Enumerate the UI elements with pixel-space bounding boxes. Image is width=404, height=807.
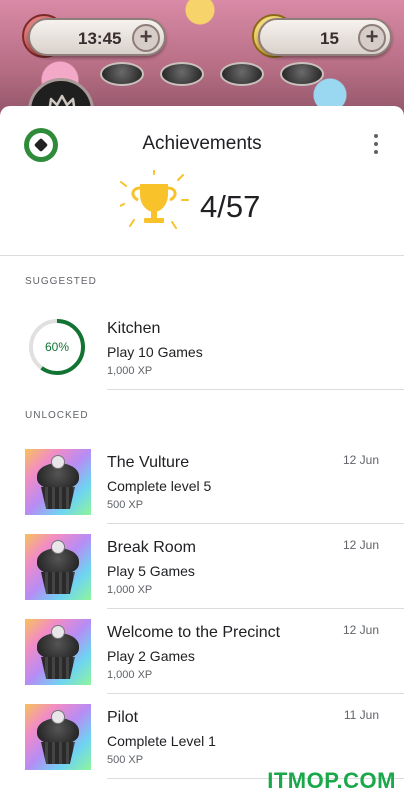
unlocked-item-title[interactable]: Pilot	[107, 709, 138, 727]
unlocked-item-description: Play 2 Games	[107, 648, 195, 664]
cupcake-icon	[25, 534, 91, 600]
more-vert-icon[interactable]	[372, 134, 380, 156]
game-pad	[160, 62, 204, 86]
unlocked-item-xp: 1,000 XP	[107, 584, 153, 596]
unlocked-item-date: 12 Jun	[342, 623, 379, 637]
cupcake-icon	[25, 619, 91, 685]
suggested-item-title[interactable]: Kitchen	[107, 320, 160, 338]
unlocked-item-description: Complete Level 1	[107, 733, 216, 749]
unlocked-item-title[interactable]: Welcome to the Precinct	[107, 624, 280, 642]
unlocked-item-title[interactable]: The Vulture	[107, 454, 189, 472]
game-pad	[280, 62, 324, 86]
coins-pill: 15 +	[258, 18, 392, 56]
suggested-item-xp: 1,000 XP	[107, 365, 153, 377]
cupcake-icon	[25, 704, 91, 770]
unlocked-item-description: Complete level 5	[107, 478, 212, 494]
game-pad	[100, 62, 144, 86]
lives-timer-pill: 13:45 +	[28, 18, 166, 56]
unlocked-item-xp: 500 XP	[107, 499, 144, 511]
trophy-icon	[120, 170, 189, 229]
unlocked-item-xp: 500 XP	[107, 754, 144, 766]
unlocked-item-xp: 1,000 XP	[107, 669, 153, 681]
section-label-unlocked: UNLOCKED	[25, 410, 89, 421]
item-divider	[107, 693, 404, 694]
unlocked-item-date: 12 Jun	[342, 538, 379, 552]
add-coins-button[interactable]: +	[358, 24, 386, 52]
item-divider	[107, 608, 404, 609]
progress-percent: 60%	[44, 340, 70, 354]
add-lives-button[interactable]: +	[132, 24, 160, 52]
coins-count: 15	[320, 29, 339, 48]
watermark: ITMOP.COM	[267, 768, 396, 793]
unlocked-item-title[interactable]: Break Room	[107, 539, 196, 557]
suggested-item-description: Play 10 Games	[107, 344, 203, 360]
item-divider	[107, 389, 404, 390]
unlocked-item-date: 12 Jun	[342, 453, 379, 467]
lives-timer: 13:45	[78, 29, 122, 48]
sheet-title: Achievements	[142, 133, 262, 154]
cupcake-icon	[25, 449, 91, 515]
unlocked-item-date: 11 Jun	[343, 708, 379, 722]
achievements-sheet: Achievements 4/57 SUGGESTED 60% Kitchen …	[0, 106, 404, 807]
unlocked-item-description: Play 5 Games	[107, 563, 195, 579]
section-label-suggested: SUGGESTED	[25, 276, 97, 287]
achievement-count: 4/57	[200, 189, 261, 224]
game-background: 3 13:45 + 15 +	[0, 0, 404, 120]
item-divider	[107, 523, 404, 524]
game-pad	[220, 62, 264, 86]
header-divider	[0, 255, 404, 256]
